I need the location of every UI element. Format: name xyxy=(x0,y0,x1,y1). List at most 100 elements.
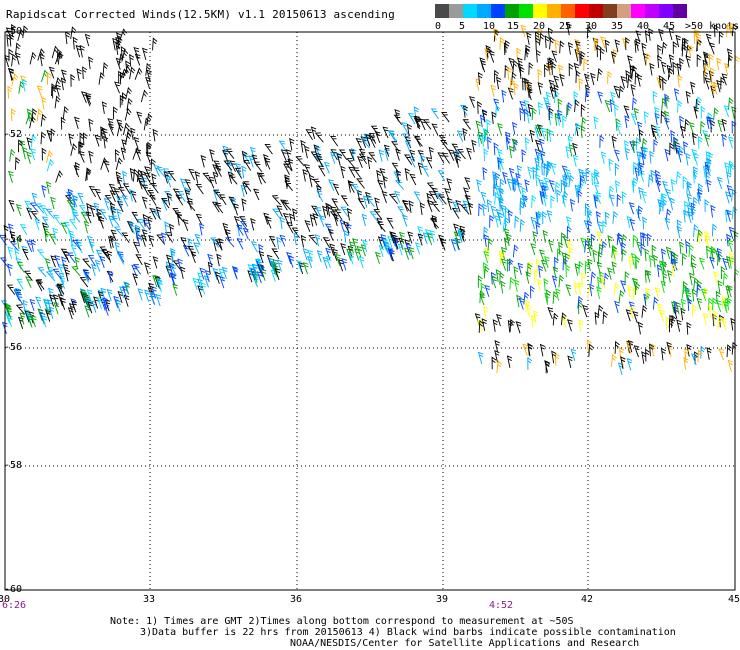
wind-barb xyxy=(110,215,120,226)
wind-barb xyxy=(95,213,103,225)
wind-barb xyxy=(615,180,621,193)
wind-barb xyxy=(641,190,647,204)
wind-barb xyxy=(716,176,723,189)
wind-barb xyxy=(441,153,450,164)
wind-barb xyxy=(446,197,453,211)
wind-barb xyxy=(314,234,321,247)
longitude-label: 42 xyxy=(581,594,594,605)
wind-barb xyxy=(146,69,152,82)
wind-barb xyxy=(615,122,622,135)
wind-barb xyxy=(26,151,32,164)
wind-barb xyxy=(224,228,231,242)
wind-barb xyxy=(322,237,331,249)
wind-barb xyxy=(600,36,606,49)
wind-barb xyxy=(152,37,158,51)
wind-barb xyxy=(132,273,138,286)
wind-barb xyxy=(491,356,497,370)
wind-barb xyxy=(83,220,90,234)
wind-barb xyxy=(87,254,96,266)
wind-barb xyxy=(554,256,559,270)
wind-barb xyxy=(629,218,636,232)
wind-barb xyxy=(689,272,695,286)
wind-barb xyxy=(276,236,282,250)
wind-barb xyxy=(84,33,91,47)
wind-barb xyxy=(34,218,41,231)
wind-barb xyxy=(357,198,366,210)
wind-barb xyxy=(94,134,101,147)
wind-barb xyxy=(526,32,532,45)
wind-barb xyxy=(250,241,258,253)
wind-barb xyxy=(574,99,580,113)
wind-barb xyxy=(721,73,728,86)
wind-barb xyxy=(7,85,13,99)
wind-barb xyxy=(559,73,565,87)
wind-barb xyxy=(624,140,630,153)
wind-barb xyxy=(643,110,649,124)
longitude-label: 36 xyxy=(290,594,303,605)
wind-barb xyxy=(706,245,712,259)
wind-barb xyxy=(551,50,558,63)
wind-barb xyxy=(583,73,590,86)
wind-barb xyxy=(182,219,189,232)
wind-barb xyxy=(391,141,400,152)
wind-barb xyxy=(512,59,518,73)
wind-barb xyxy=(706,179,712,193)
wind-barb xyxy=(323,161,330,174)
wind-barb xyxy=(712,297,718,311)
wind-barb xyxy=(8,170,14,183)
wind-barb xyxy=(649,150,655,164)
wind-barb xyxy=(660,280,667,294)
wind-barb xyxy=(628,255,634,269)
wind-barb xyxy=(302,262,309,275)
wind-barb xyxy=(328,179,335,191)
wind-barb xyxy=(289,213,295,226)
wind-barb xyxy=(676,225,682,239)
wind-barb xyxy=(250,218,256,231)
wind-barb xyxy=(506,178,513,191)
wind-barb xyxy=(356,178,365,189)
wind-barb xyxy=(240,184,247,198)
wind-barb xyxy=(279,216,285,230)
wind-barb xyxy=(644,248,650,262)
longitude-label: 39 xyxy=(436,594,449,605)
wind-barb xyxy=(559,40,565,54)
wind-barb xyxy=(590,271,597,285)
wind-barb xyxy=(29,298,36,312)
wind-barb xyxy=(360,244,367,257)
wind-barb xyxy=(115,157,123,170)
wind-barb xyxy=(483,247,490,260)
wind-barb xyxy=(295,156,305,167)
wind-barb xyxy=(683,209,689,223)
wind-barb xyxy=(160,232,167,245)
wind-barb xyxy=(568,174,575,188)
wind-barb xyxy=(431,201,440,212)
wind-barb xyxy=(526,110,532,124)
wind-barb xyxy=(137,177,144,190)
wind-barb xyxy=(129,53,135,67)
wind-barb xyxy=(491,275,497,289)
wind-barb xyxy=(394,179,405,190)
wind-barb xyxy=(609,194,615,207)
wind-barb xyxy=(329,151,336,164)
wind-barb xyxy=(538,138,545,151)
wind-barb xyxy=(696,284,702,297)
wind-barb xyxy=(637,121,643,134)
wind-barb xyxy=(567,101,573,115)
wind-barb xyxy=(507,209,513,223)
wind-barb xyxy=(378,149,384,162)
wind-barb xyxy=(258,250,265,264)
wind-barb xyxy=(144,262,150,275)
wind-barb xyxy=(456,149,466,160)
wind-barb xyxy=(361,213,368,227)
wind-barb xyxy=(695,98,701,112)
wind-barb xyxy=(268,235,276,248)
wind-barb xyxy=(717,280,723,293)
wind-barb xyxy=(604,99,611,112)
wind-barb xyxy=(366,196,375,207)
wind-barb xyxy=(722,272,729,286)
wind-barb xyxy=(515,321,522,334)
wind-barb xyxy=(31,134,37,148)
wind-barb xyxy=(85,168,91,182)
wind-barb xyxy=(727,239,734,252)
wind-barb xyxy=(614,300,620,314)
